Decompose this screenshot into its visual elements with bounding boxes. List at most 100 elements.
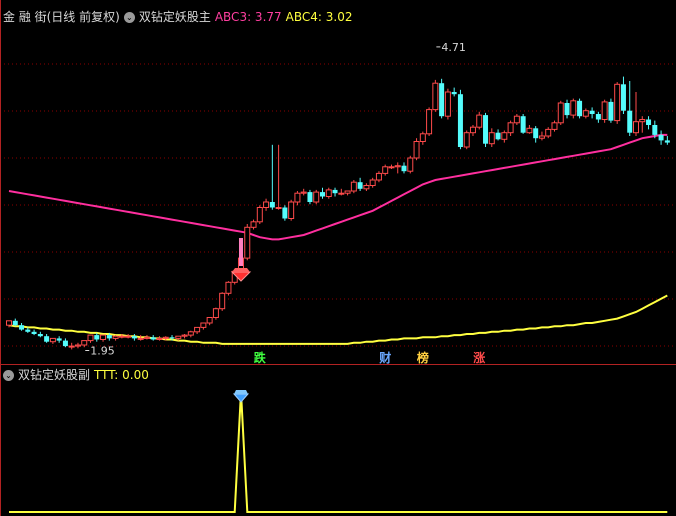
- candle-body-7: [49, 337, 56, 343]
- candle-body-30: [194, 326, 201, 333]
- candle-body-25: [162, 336, 169, 339]
- candle-body-71: [451, 92, 457, 95]
- candle-body-42: [269, 202, 275, 208]
- candle-body-66: [419, 133, 426, 143]
- candle-body-72: [457, 94, 463, 147]
- candle-body-57: [363, 185, 370, 190]
- candle-body-64: [407, 157, 414, 172]
- candle-body-88: [557, 102, 564, 124]
- candle-body-67: [426, 109, 433, 135]
- candle-body-75: [476, 114, 483, 128]
- candle-body-1: [12, 320, 18, 326]
- candle-body-10: [68, 345, 75, 348]
- candle-body-46: [294, 192, 301, 203]
- candle-body-63: [401, 165, 407, 172]
- candle-body-95: [601, 101, 608, 121]
- candle-body-17: [112, 335, 119, 339]
- candle-body-81: [513, 115, 520, 124]
- candle-body-90: [570, 100, 577, 116]
- candle-body-96: [608, 101, 614, 121]
- candle-body-2: [19, 325, 25, 330]
- candle-body-11: [74, 344, 81, 347]
- candle-body-50: [320, 192, 325, 197]
- candle-body-44: [282, 207, 288, 219]
- candle-body-93: [589, 110, 595, 114]
- candle-body-89: [564, 103, 570, 116]
- candle-body-54: [344, 190, 351, 194]
- red-diamond-top-icon: [231, 268, 250, 272]
- candle-body-16: [106, 335, 112, 339]
- candle-body-98: [620, 84, 626, 111]
- candle-body-15: [100, 334, 107, 341]
- candle-body-38: [244, 226, 251, 259]
- candle-body-24: [156, 337, 163, 340]
- candle-body-80: [507, 122, 514, 134]
- candle-body-82: [520, 116, 526, 133]
- candle-body-47: [300, 191, 307, 194]
- candle-body-18: [118, 335, 125, 338]
- candle-body-49: [313, 191, 320, 203]
- candle-body-34: [219, 292, 226, 310]
- candle-body-56: [357, 182, 363, 189]
- candle-body-55: [350, 181, 357, 192]
- candle-body-85: [538, 135, 545, 139]
- candle-body-100: [633, 121, 639, 134]
- candle-body-40: [256, 207, 263, 223]
- candle-body-19: [125, 335, 132, 338]
- candle-body-12: [81, 340, 88, 346]
- candle-body-68: [432, 82, 439, 111]
- ma-magenta-line: [8, 133, 668, 241]
- candle-body-103: [652, 125, 658, 135]
- candle-body-79: [501, 132, 508, 140]
- candle-body-83: [526, 127, 533, 134]
- candle-body-0: [6, 320, 12, 326]
- candle-body-62: [394, 165, 401, 168]
- candle-body-59: [375, 172, 382, 181]
- candle-body-35: [225, 281, 232, 294]
- candle-body-20: [131, 336, 137, 339]
- candle-body-76: [483, 115, 489, 144]
- candle-body-8: [56, 338, 62, 341]
- candle-body-32: [206, 317, 213, 324]
- candle-body-22: [143, 336, 150, 339]
- candle-body-69: [439, 83, 445, 117]
- candle-body-48: [307, 192, 313, 202]
- candle-body-73: [463, 132, 470, 148]
- candle-body-13: [87, 334, 94, 342]
- candle-body-26: [169, 337, 175, 339]
- blue-diamond-top-icon: [233, 390, 248, 394]
- candle-body-41: [263, 201, 270, 208]
- price-annotation-0: 4.71: [441, 41, 466, 54]
- candlestick-chart[interactable]: 4.71 1.95: [0, 0, 676, 516]
- candle-body-51: [325, 189, 332, 197]
- candle-body-74: [469, 126, 476, 134]
- candle-body-78: [495, 132, 501, 140]
- candle-body-61: [388, 166, 395, 169]
- candle-body-23: [150, 337, 156, 340]
- candle-body-94: [595, 114, 601, 120]
- candle-body-84: [533, 128, 539, 139]
- candle-body-3: [25, 329, 31, 332]
- candle-body-45: [288, 201, 295, 219]
- candle-body-58: [369, 179, 376, 186]
- candle-body-105: [664, 140, 670, 143]
- candle-body-97: [614, 83, 621, 122]
- candle-body-27: [175, 335, 182, 339]
- candle-body-102: [646, 119, 652, 125]
- candle-body-52: [332, 189, 338, 194]
- candle-body-60: [382, 166, 389, 174]
- candle-body-104: [658, 134, 664, 141]
- candle-body-9: [62, 340, 68, 347]
- candle-body-43: [275, 207, 282, 209]
- candle-body-6: [44, 336, 50, 342]
- candle-body-65: [413, 141, 420, 159]
- candle-body-31: [200, 322, 207, 328]
- candle-body-21: [137, 337, 144, 340]
- candle-body-87: [551, 122, 558, 130]
- candle-body-101: [639, 119, 646, 123]
- candle-body-4: [31, 331, 37, 334]
- candle-body-91: [577, 100, 583, 117]
- candle-body-29: [187, 331, 194, 336]
- candle-body-28: [181, 334, 188, 337]
- candle-body-70: [444, 91, 451, 117]
